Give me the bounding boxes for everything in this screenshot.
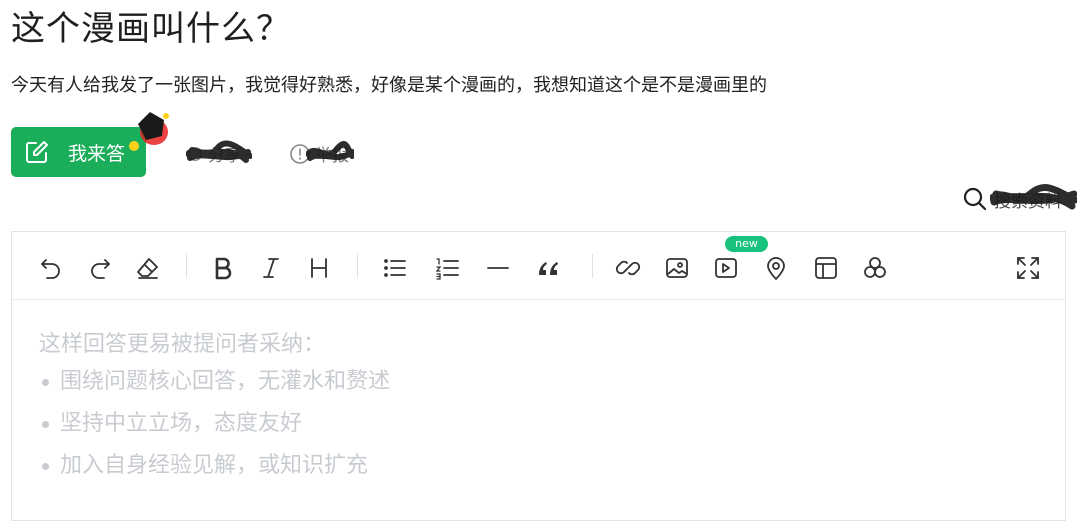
search-icon — [962, 186, 988, 212]
answer-button-label: 我来答 — [68, 142, 126, 165]
bullet-icon — [42, 420, 49, 428]
bullet-icon — [42, 462, 49, 470]
answer-button[interactable]: 我来答 — [11, 127, 146, 177]
hint-item: 围绕问题核心回答，无灌水和赘述 — [39, 361, 390, 403]
answer-editor[interactable]: new 这样回答更易被提问者采纳： 围绕问题核心回答，无灌水和赘述 坚持中立立场… — [11, 231, 1066, 521]
more-icon[interactable] — [861, 254, 889, 282]
hint-title: 这样回答更易被提问者采纳： — [39, 332, 326, 357]
hint-item-text: 坚持中立立场，态度友好 — [60, 411, 303, 436]
video-icon[interactable] — [712, 254, 740, 282]
eraser-icon[interactable] — [134, 254, 162, 282]
hint-item: 坚持中立立场，态度友好 — [39, 403, 390, 445]
toolbar-separator — [186, 254, 187, 278]
new-badge: new — [725, 236, 768, 252]
scribble-overlay — [988, 182, 1077, 218]
divider-icon[interactable] — [484, 254, 512, 282]
toolbar-separator — [357, 254, 358, 278]
hint-item: 加入自身经验见解，或知识扩充 — [39, 445, 390, 487]
link-icon[interactable] — [614, 254, 642, 282]
editor-placeholder-hint: 这样回答更易被提问者采纳： 围绕问题核心回答，无灌水和赘述 坚持中立立场，态度友… — [39, 329, 390, 487]
edit-icon — [24, 139, 50, 165]
numbered-list-icon[interactable] — [433, 254, 461, 282]
redo-icon[interactable] — [86, 254, 114, 282]
location-icon[interactable] — [762, 254, 790, 282]
scribble-overlay — [185, 140, 253, 172]
bold-icon[interactable] — [209, 254, 237, 282]
fullscreen-icon[interactable] — [1014, 254, 1042, 282]
sticker-overlay — [128, 106, 174, 156]
quote-icon[interactable] — [535, 254, 563, 282]
editor-toolbar — [12, 232, 1065, 300]
image-icon[interactable] — [663, 254, 691, 282]
bullet-icon — [42, 378, 49, 386]
question-description: 今天有人给我发了一张图片，我觉得好熟悉，好像是某个漫画的，我想知道这个是不是漫画… — [11, 75, 767, 96]
toolbar-separator — [592, 254, 593, 278]
hint-item-text: 加入自身经验见解，或知识扩充 — [60, 453, 369, 478]
hint-item-text: 围绕问题核心回答，无灌水和赘述 — [60, 369, 391, 394]
heading-icon[interactable] — [305, 254, 333, 282]
undo-icon[interactable] — [37, 254, 65, 282]
scribble-overlay — [305, 140, 355, 172]
question-title: 这个漫画叫什么？ — [11, 9, 291, 49]
table-icon[interactable] — [812, 254, 840, 282]
italic-icon[interactable] — [257, 254, 285, 282]
bullet-list-icon[interactable] — [381, 254, 409, 282]
